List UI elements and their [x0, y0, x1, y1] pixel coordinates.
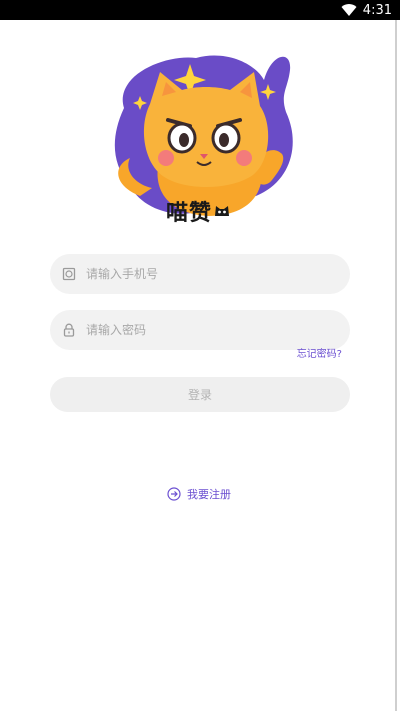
password-field[interactable] — [50, 310, 350, 350]
status-bar: 4:31 — [0, 0, 400, 20]
phone-input[interactable] — [86, 267, 316, 281]
lock-icon — [63, 323, 75, 337]
login-button[interactable]: 登录 — [50, 377, 350, 412]
wifi-icon — [341, 4, 357, 17]
password-input[interactable] — [86, 323, 316, 337]
register-label: 我要注册 — [187, 488, 231, 501]
brand-name: 喵赞 — [166, 201, 213, 226]
status-time: 4:31 — [362, 2, 392, 18]
scrollbar-edge — [395, 20, 397, 711]
phone-field[interactable] — [50, 254, 350, 294]
brand-wordmark: 喵赞 — [166, 196, 250, 226]
forgot-password-link[interactable]: 忘记密码? — [297, 345, 342, 360]
cat-face-icon — [215, 206, 230, 216]
phone-icon — [62, 267, 76, 281]
arrow-circle-right-icon — [167, 487, 181, 501]
register-link[interactable]: 我要注册 — [167, 486, 231, 502]
